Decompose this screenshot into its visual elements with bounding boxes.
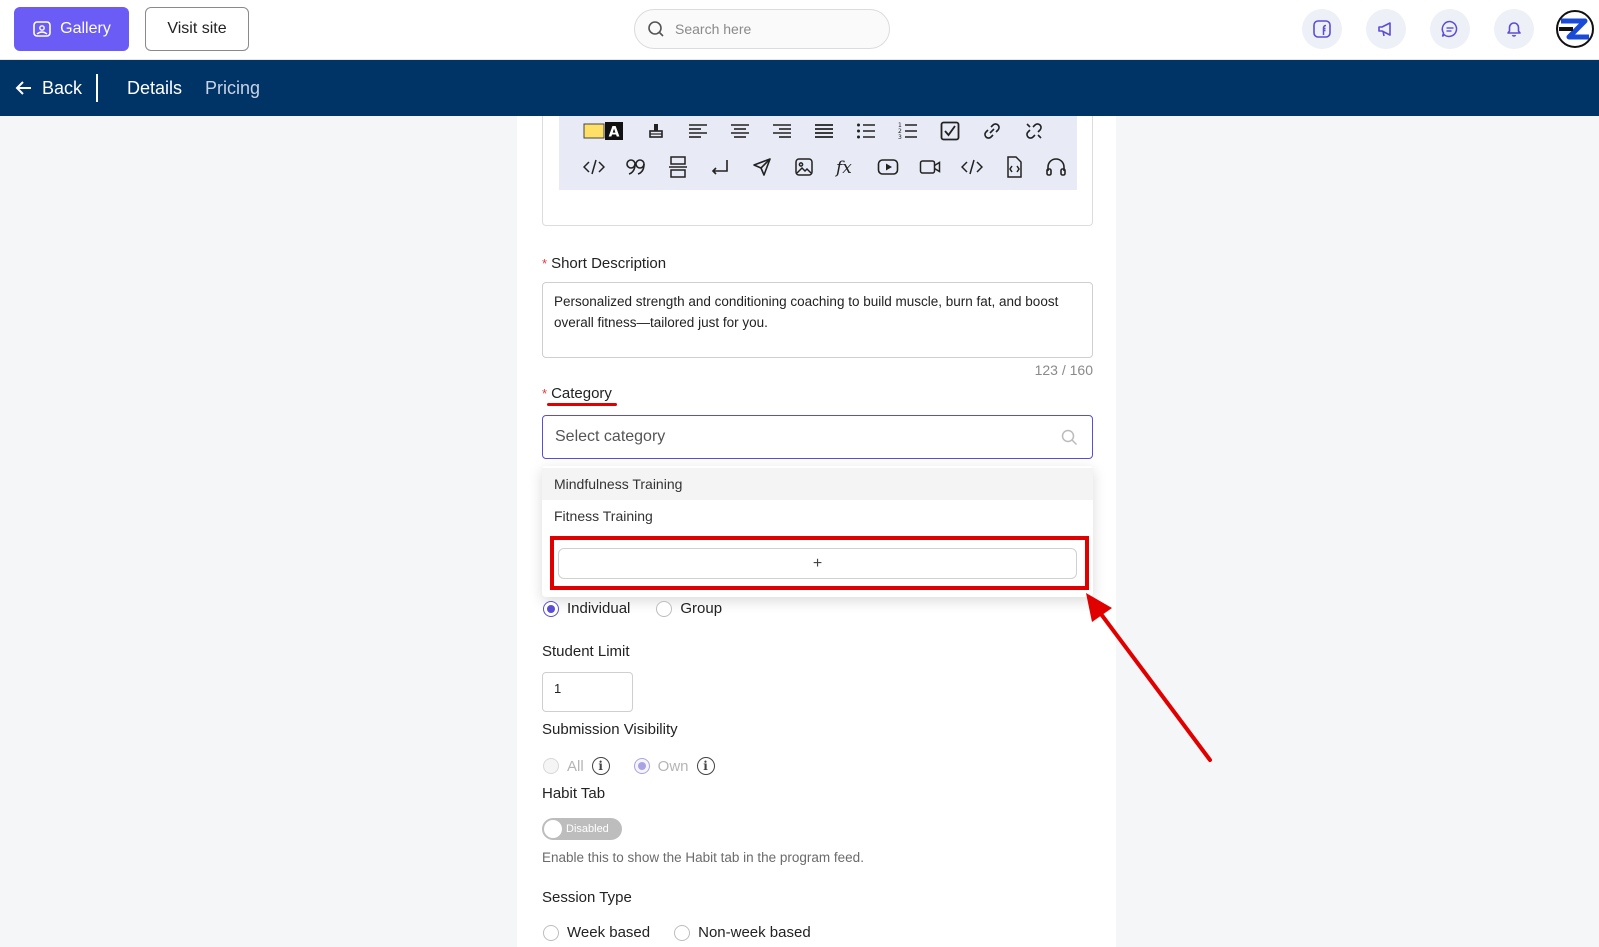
arrow-left-icon [15, 81, 31, 95]
megaphone-icon [1378, 22, 1391, 37]
editor-toolbar: A 123 fx [559, 116, 1077, 190]
category-placeholder: Select category [555, 428, 666, 445]
align-left-icon[interactable] [677, 116, 719, 146]
mode-radio-group: Individual Group [543, 600, 722, 617]
gallery-button[interactable]: Gallery [14, 7, 129, 51]
annotation-highlight-box [550, 536, 1089, 590]
radio-individual-label: Individual [567, 600, 631, 617]
radio-all[interactable] [543, 758, 559, 774]
numbered-list-icon[interactable]: 123 [887, 116, 929, 146]
search-box[interactable] [634, 9, 890, 49]
radio-own-label: Own [657, 757, 689, 775]
required-asterisk: * [542, 256, 548, 271]
notifications-button[interactable] [1494, 9, 1534, 49]
info-icon[interactable]: i [591, 757, 610, 775]
clear-format-icon[interactable] [635, 116, 677, 146]
checklist-icon[interactable] [929, 116, 971, 146]
student-limit-label: Student Limit [542, 643, 630, 660]
top-bar: Gallery Visit site [0, 0, 1599, 60]
radio-group[interactable] [656, 600, 673, 617]
short-description-label-text: Short Description [551, 255, 667, 272]
character-counter: 123 / 160 [1034, 362, 1093, 378]
quote-icon[interactable] [615, 152, 657, 182]
annotation-underline [547, 403, 617, 406]
submission-visibility-label: Submission Visibility [542, 721, 678, 738]
radio-own[interactable] [633, 758, 650, 774]
search-input[interactable] [675, 21, 875, 37]
announcements-button[interactable] [1366, 9, 1406, 49]
visit-site-button[interactable]: Visit site [145, 7, 249, 51]
info-icon[interactable]: i [696, 757, 715, 775]
toggle-knob [544, 820, 562, 838]
toolbar-row-1: A 123 [573, 116, 1055, 146]
audio-icon[interactable] [1035, 152, 1077, 182]
bullet-list-icon[interactable] [845, 116, 887, 146]
required-asterisk: * [542, 386, 548, 401]
video-icon[interactable] [909, 152, 951, 182]
align-right-icon[interactable] [761, 116, 803, 146]
visit-site-label: Visit site [167, 20, 227, 37]
bell-icon [1507, 22, 1521, 37]
formula-icon[interactable]: fx [825, 152, 867, 182]
nav-divider [96, 74, 98, 102]
annotation-arrow [1086, 593, 1212, 762]
search-icon [1061, 429, 1078, 446]
search-icon [648, 21, 664, 37]
session-type-label: Session Type [542, 889, 632, 906]
habit-tab-label: Habit Tab [542, 785, 606, 802]
radio-individual[interactable] [543, 600, 559, 617]
justify-icon[interactable] [803, 116, 845, 146]
habit-tab-toggle[interactable]: Disabled [542, 818, 622, 840]
messages-button[interactable] [1430, 9, 1470, 49]
chat-icon [1441, 20, 1458, 38]
radio-non-week-based[interactable] [674, 924, 691, 941]
brand-logo[interactable] [1555, 9, 1595, 49]
gallery-icon [33, 21, 51, 37]
radio-all-label: All [567, 757, 584, 775]
session-type-radio-group: Week based Non-week based [543, 924, 811, 941]
toolbar-row-2: fx [573, 152, 1077, 182]
text-color-icon[interactable]: A [593, 116, 635, 146]
toggle-label: Disabled [566, 823, 609, 835]
svg-text:fx: fx [835, 158, 852, 178]
unlink-icon[interactable] [1013, 116, 1055, 146]
embed-code-icon[interactable] [951, 152, 993, 182]
visibility-radio-group: All i Own i [543, 757, 715, 775]
radio-week-based[interactable] [543, 924, 559, 941]
category-label-text: Category [551, 385, 612, 402]
radio-group-label: Group [680, 600, 723, 617]
tab-pricing[interactable]: Pricing [205, 60, 260, 116]
youtube-icon[interactable] [867, 152, 909, 182]
facebook-icon [1313, 20, 1331, 38]
radio-non-week-based-label: Non-week based [698, 924, 811, 941]
category-select[interactable]: Select category [542, 415, 1093, 459]
send-icon[interactable] [741, 152, 783, 182]
page-break-icon[interactable] [657, 152, 699, 182]
category-label: * Category [542, 385, 612, 402]
back-button[interactable]: Back [14, 60, 82, 116]
tab-details[interactable]: Details [127, 60, 182, 116]
nav-bar: Back Details Pricing [0, 60, 1599, 116]
facebook-button[interactable] [1302, 9, 1342, 49]
align-center-icon[interactable] [719, 116, 761, 146]
short-description-value: Personalized strength and conditioning c… [554, 294, 1059, 330]
habit-tab-help-text: Enable this to show the Habit tab in the… [542, 850, 864, 865]
image-icon[interactable] [783, 152, 825, 182]
svg-text:3: 3 [898, 134, 902, 141]
category-option-mindfulness[interactable]: Mindfulness Training [542, 468, 1093, 500]
radio-week-based-label: Week based [567, 924, 651, 941]
category-option-fitness[interactable]: Fitness Training [542, 500, 1093, 532]
gallery-label: Gallery [60, 20, 111, 37]
back-label: Back [42, 77, 83, 98]
link-icon[interactable] [971, 116, 1013, 146]
code-icon[interactable] [573, 152, 615, 182]
file-code-icon[interactable] [993, 152, 1035, 182]
short-description-label: * Short Description [542, 255, 666, 272]
student-limit-input[interactable]: 1 [542, 672, 633, 712]
line-break-icon[interactable] [699, 152, 741, 182]
svg-text:A: A [609, 125, 620, 141]
short-description-textarea[interactable]: Personalized strength and conditioning c… [542, 282, 1093, 358]
